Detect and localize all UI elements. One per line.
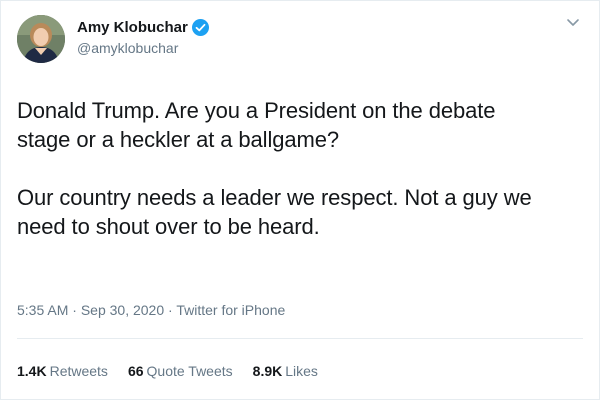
tweet-paragraph-2: Our country needs a leader we respect. N… bbox=[17, 185, 532, 239]
meta-separator: · bbox=[68, 302, 81, 318]
tweet-paragraph-1: Donald Trump. Are you a President on the… bbox=[17, 98, 496, 152]
chevron-down-icon[interactable] bbox=[563, 13, 583, 33]
likes-label: Likes bbox=[285, 363, 318, 379]
likes-count: 8.9K bbox=[252, 363, 283, 379]
tweet-header: Amy Klobuchar @amyklobuchar bbox=[17, 13, 583, 75]
likes-stat[interactable]: 8.9K Likes bbox=[253, 363, 318, 379]
avatar[interactable] bbox=[17, 15, 65, 63]
engagement-stats: 1.4K Retweets 66 Quote Tweets 8.9K Likes bbox=[17, 363, 318, 379]
name-row: Amy Klobuchar bbox=[77, 19, 209, 36]
user-handle[interactable]: @amyklobuchar bbox=[77, 40, 209, 56]
verified-badge-icon bbox=[191, 19, 209, 36]
quote-tweets-count: 66 bbox=[127, 363, 144, 379]
profile-photo-icon bbox=[17, 15, 65, 63]
tweet-date[interactable]: Sep 30, 2020 bbox=[81, 302, 164, 318]
tweet-metadata: 5:35 AM · Sep 30, 2020 · Twitter for iPh… bbox=[17, 302, 285, 318]
tweet-source-link[interactable]: Twitter for iPhone bbox=[176, 302, 285, 318]
retweets-label: Retweets bbox=[49, 363, 108, 379]
author-info: Amy Klobuchar @amyklobuchar bbox=[77, 19, 209, 56]
quote-tweets-stat[interactable]: 66 Quote Tweets bbox=[128, 363, 233, 379]
quote-tweets-label: Quote Tweets bbox=[146, 363, 233, 379]
tweet-time[interactable]: 5:35 AM bbox=[17, 302, 68, 318]
tweet-text: Donald Trump. Are you a President on the… bbox=[17, 96, 583, 270]
retweets-stat[interactable]: 1.4K Retweets bbox=[17, 363, 108, 379]
retweets-count: 1.4K bbox=[17, 363, 47, 379]
display-name[interactable]: Amy Klobuchar bbox=[77, 19, 188, 36]
tweet-card: Amy Klobuchar @amyklobuchar Donald Trump… bbox=[0, 0, 600, 400]
meta-separator: · bbox=[164, 302, 177, 318]
divider bbox=[17, 338, 583, 339]
